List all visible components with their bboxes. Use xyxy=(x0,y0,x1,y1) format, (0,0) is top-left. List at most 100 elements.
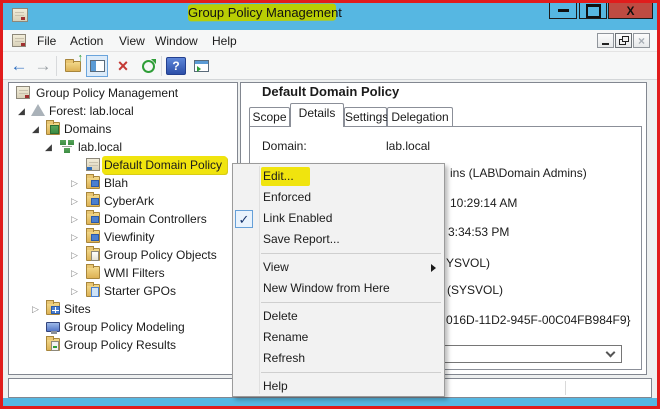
expander-closed-icon[interactable]: ▷ xyxy=(71,174,78,192)
tree-item-domains[interactable]: ◢ Domains xyxy=(9,120,237,138)
context-menu-edit[interactable]: Edit... xyxy=(233,166,444,187)
context-menu-refresh[interactable]: Refresh xyxy=(233,348,444,369)
menu-separator xyxy=(261,253,441,254)
tab-scope[interactable]: Scope xyxy=(249,107,290,127)
ou-folder-icon xyxy=(86,174,100,189)
ou-folder-icon xyxy=(86,192,100,207)
tree-item-starter-gpos[interactable]: ▷ Starter GPOs xyxy=(9,282,237,300)
tree-item-default-domain-policy[interactable]: Default Domain Policy xyxy=(9,156,237,174)
menu-view[interactable]: View xyxy=(119,33,145,50)
delete-icon[interactable]: × xyxy=(112,56,134,76)
domain-field-value: lab.local xyxy=(386,139,431,153)
chevron-down-icon xyxy=(605,347,616,358)
menu-file[interactable]: File xyxy=(37,33,56,50)
menu-separator xyxy=(261,372,441,373)
tree-item-label: Domains xyxy=(64,122,112,136)
gpmc-console-icon xyxy=(16,86,30,99)
unique-id-value-fragment: 016D-11D2-945F-00C04FB984F9} xyxy=(446,313,631,327)
child-minimize-button[interactable] xyxy=(597,33,614,48)
tree-item-label: Group Policy Objects xyxy=(104,248,217,262)
results-folder-icon xyxy=(46,336,60,351)
domain-icon xyxy=(60,140,74,153)
up-one-level-icon[interactable]: ↑ xyxy=(62,52,84,76)
tree-item-group-policy-management[interactable]: Group Policy Management xyxy=(9,84,237,102)
tree-item-cyberark[interactable]: ▷ CyberArk xyxy=(9,192,237,210)
context-menu-rename[interactable]: Rename xyxy=(233,327,444,348)
menu-action[interactable]: Action xyxy=(70,33,103,50)
tab-delegation[interactable]: Delegation xyxy=(387,107,453,127)
show-console-tree-icon[interactable] xyxy=(86,55,108,77)
context-menu-enforced[interactable]: Enforced xyxy=(233,187,444,208)
expander-closed-icon[interactable]: ▷ xyxy=(71,210,78,228)
expander-closed-icon[interactable]: ▷ xyxy=(71,264,78,282)
gpo-heading: Default Domain Policy xyxy=(262,84,400,99)
tree-item-group-policy-modeling[interactable]: Group Policy Modeling xyxy=(9,318,237,336)
sites-folder-icon xyxy=(46,300,60,315)
tree-item-label: WMI Filters xyxy=(104,266,165,280)
wmi-filters-icon xyxy=(86,264,100,279)
back-icon[interactable]: ← xyxy=(8,56,30,76)
menu-item-label: Delete xyxy=(263,309,298,323)
export-list-icon[interactable] xyxy=(190,56,212,76)
context-menu-help[interactable]: Help xyxy=(233,376,444,397)
created-value-fragment: 10:29:14 AM xyxy=(450,196,518,210)
tree-item-label-highlighted: Default Domain Policy xyxy=(102,156,228,174)
tab-details[interactable]: Details xyxy=(290,103,344,127)
menu-help[interactable]: Help xyxy=(212,33,237,50)
close-button[interactable]: X xyxy=(608,2,653,19)
menu-item-label-highlighted: Edit... xyxy=(261,167,310,186)
menu-item-label: Rename xyxy=(263,330,309,344)
expander-closed-icon[interactable]: ▷ xyxy=(71,228,78,246)
forest-icon xyxy=(31,104,45,116)
menu-item-label: Refresh xyxy=(263,351,306,365)
modified-value-fragment: 3:34:53 PM xyxy=(448,225,510,239)
user-version-value-fragment: YSVOL) xyxy=(446,256,491,270)
toolbar-separator xyxy=(56,56,57,76)
window-title: Group Policy Management xyxy=(188,5,342,20)
tree-item-label: Sites xyxy=(64,302,91,316)
domains-folder-icon xyxy=(46,120,60,135)
child-restore-button[interactable] xyxy=(615,33,632,48)
forward-icon[interactable]: → xyxy=(32,56,54,76)
expander-closed-icon[interactable]: ▷ xyxy=(71,282,78,300)
tree-item-lab-local[interactable]: ◢ lab.local xyxy=(9,138,237,156)
tab-settings[interactable]: Settings xyxy=(344,107,388,127)
context-menu-delete[interactable]: Delete xyxy=(233,306,444,327)
tree-item-label: Starter GPOs xyxy=(104,284,177,298)
gpo-link-icon xyxy=(86,158,100,171)
refresh-icon[interactable] xyxy=(137,56,159,76)
ou-folder-icon xyxy=(86,210,100,225)
maximize-button[interactable] xyxy=(579,2,607,19)
expander-closed-icon[interactable]: ▷ xyxy=(71,192,78,210)
tree-item-label: Group Policy Results xyxy=(64,338,177,352)
tree-item-wmi-filters[interactable]: ▷ WMI Filters xyxy=(9,264,237,282)
domain-field-label: Domain: xyxy=(262,139,307,153)
context-menu-save-report[interactable]: Save Report... xyxy=(233,229,444,250)
tree-item-label: Viewfinity xyxy=(104,230,155,244)
expander-closed-icon[interactable]: ▷ xyxy=(71,246,78,264)
tree-item-viewfinity[interactable]: ▷ Viewfinity xyxy=(9,228,237,246)
child-close-button[interactable]: × xyxy=(633,33,650,48)
context-menu-view[interactable]: View xyxy=(233,257,444,278)
context-menu-link-enabled[interactable]: Link Enabled xyxy=(233,208,444,229)
expander-open-icon[interactable]: ◢ xyxy=(18,102,25,120)
help-icon[interactable]: ? xyxy=(166,57,186,75)
expander-open-icon[interactable]: ◢ xyxy=(45,138,52,156)
menu-window[interactable]: Window xyxy=(155,33,198,50)
gpo-folder-icon xyxy=(86,246,100,261)
minimize-button[interactable] xyxy=(549,2,577,19)
tree-item-domain-controllers[interactable]: ▷ Domain Controllers xyxy=(9,210,237,228)
owner-value-fragment: ins (LAB\Domain Admins) xyxy=(450,166,587,180)
menu-item-label: Enforced xyxy=(263,190,312,204)
tree-item-group-policy-results[interactable]: Group Policy Results xyxy=(9,336,237,354)
tree-item-forest-lab-local[interactable]: ◢ Forest: lab.local xyxy=(9,102,237,120)
expander-closed-icon[interactable]: ▷ xyxy=(32,300,39,318)
tree-item-sites[interactable]: ▷ Sites xyxy=(9,300,237,318)
tree-item-label: lab.local xyxy=(78,140,123,154)
tree-item-group-policy-objects[interactable]: ▷ Group Policy Objects xyxy=(9,246,237,264)
expander-open-icon[interactable]: ◢ xyxy=(32,120,39,138)
tree-item-blah[interactable]: ▷ Blah xyxy=(9,174,237,192)
gpo-context-menu: Edit... Enforced Link Enabled Save Repor… xyxy=(232,163,445,397)
app-icon xyxy=(12,8,28,22)
context-menu-new-window-from-here[interactable]: New Window from Here xyxy=(233,278,444,299)
